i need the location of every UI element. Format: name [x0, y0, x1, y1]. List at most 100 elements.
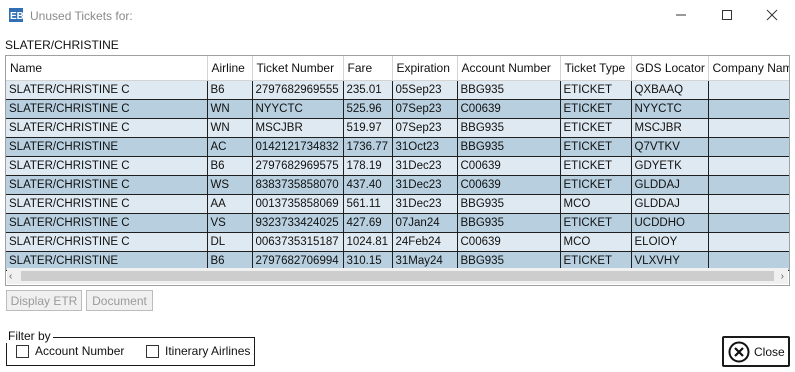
cell-ticket-number[interactable]: 8383735858070 [252, 175, 344, 195]
scroll-left-icon[interactable]: ‹ [9, 271, 12, 282]
cell-account-number[interactable]: C00639 [457, 156, 561, 176]
cell-gds-locator[interactable]: ELOIOY [631, 232, 709, 252]
cell-company-name[interactable] [708, 99, 789, 119]
cell-ticket-number[interactable]: 0063735315187 [252, 232, 344, 252]
cell-name[interactable]: SLATER/CHRISTINE [6, 137, 208, 157]
cell-airline[interactable]: VS [207, 213, 253, 233]
maximize-button[interactable] [704, 0, 750, 30]
cell-fare[interactable]: 519.97 [343, 118, 393, 138]
cell-account-number[interactable]: BBG935 [457, 137, 561, 157]
cell-ticket-type[interactable]: ETICKET [560, 99, 632, 119]
cell-gds-locator[interactable]: GDYETK [631, 156, 709, 176]
table-row[interactable]: SLATER/CHRISTINE C WS 8383735858070 437.40 3… [6, 175, 789, 195]
cell-name[interactable]: SLATER/CHRISTINE C [6, 118, 208, 138]
cell-expiration[interactable]: 07Sep23 [392, 118, 458, 138]
column-header-fare[interactable]: Fare [343, 56, 393, 81]
cell-name[interactable]: SLATER/CHRISTINE C [6, 99, 208, 119]
table-row[interactable]: SLATER/CHRISTINE C VS 9323733424025 427.69 0… [6, 213, 789, 233]
cell-airline[interactable]: WN [207, 99, 253, 119]
cell-airline[interactable]: AA [207, 194, 253, 214]
table-row[interactable]: SLATER/CHRISTINE C B6 2797682969555 235.01 0… [6, 80, 789, 100]
cell-ticket-number[interactable]: 9323733424025 [252, 213, 344, 233]
cell-gds-locator[interactable]: GLDDAJ [631, 175, 709, 195]
cell-gds-locator[interactable]: MSCJBR [631, 118, 709, 138]
table-row[interactable]: SLATER/CHRISTINE AC 0142121734832 1736.77 31… [6, 137, 789, 157]
cell-account-number[interactable]: BBG935 [457, 194, 561, 214]
cell-account-number[interactable]: BBG935 [457, 118, 561, 138]
column-header-company-name[interactable]: Company Nam [708, 56, 789, 81]
cell-fare[interactable]: 1024.81 [343, 232, 393, 252]
column-header-ticket-type[interactable]: Ticket Type [560, 56, 632, 81]
cell-airline[interactable]: B6 [207, 156, 253, 176]
cell-ticket-type[interactable]: ETICKET [560, 213, 632, 233]
cell-name[interactable]: SLATER/CHRISTINE C [6, 232, 208, 252]
cell-account-number[interactable]: C00639 [457, 232, 561, 252]
cell-ticket-type[interactable]: ETICKET [560, 156, 632, 176]
cell-airline[interactable]: B6 [207, 80, 253, 100]
cell-expiration[interactable]: 05Sep23 [392, 80, 458, 100]
cell-company-name[interactable] [708, 175, 789, 195]
cell-gds-locator[interactable]: Q7VTKV [631, 137, 709, 157]
table-row[interactable]: SLATER/CHRISTINE C B6 2797682969575 178.19 3… [6, 156, 789, 176]
cell-ticket-type[interactable]: ETICKET [560, 80, 632, 100]
cell-expiration[interactable]: 07Jan24 [392, 213, 458, 233]
cell-expiration[interactable]: 31Dec23 [392, 194, 458, 214]
cell-fare[interactable]: 427.69 [343, 213, 393, 233]
scrollbar-thumb[interactable] [21, 271, 774, 281]
cell-company-name[interactable] [708, 118, 789, 138]
cell-company-name[interactable] [708, 80, 789, 100]
cell-ticket-type[interactable]: ETICKET [560, 118, 632, 138]
table-row[interactable]: SLATER/CHRISTINE C WN NYYCTC 525.96 07Sep23 C… [6, 99, 789, 119]
checkbox-box[interactable] [146, 344, 159, 358]
cell-company-name[interactable] [708, 232, 789, 252]
cell-ticket-type[interactable]: MCO [560, 194, 632, 214]
cell-account-number[interactable]: C00639 [457, 99, 561, 119]
cell-expiration[interactable]: 31Dec23 [392, 175, 458, 195]
cell-ticket-type[interactable]: ETICKET [560, 175, 632, 195]
cell-name[interactable]: SLATER/CHRISTINE C [6, 194, 208, 214]
cell-name[interactable]: SLATER/CHRISTINE C [6, 156, 208, 176]
cell-ticket-number[interactable]: NYYCTC [252, 99, 344, 119]
cell-ticket-number[interactable]: MSCJBR [252, 118, 344, 138]
column-header-account-number[interactable]: Account Number [457, 56, 561, 81]
table-row[interactable]: SLATER/CHRISTINE C DL 0063735315187 1024.81… [6, 232, 789, 252]
cell-fare[interactable]: 561.11 [343, 194, 393, 214]
column-header-airline[interactable]: Airline [207, 56, 253, 81]
table-row[interactable]: SLATER/CHRISTINE C AA 0013735858069 561.11 3… [6, 194, 789, 214]
cell-company-name[interactable] [708, 213, 789, 233]
cell-company-name[interactable] [708, 156, 789, 176]
cell-account-number[interactable]: C00639 [457, 175, 561, 195]
cell-gds-locator[interactable]: UCDDHO [631, 213, 709, 233]
cell-expiration[interactable]: 24Feb24 [392, 232, 458, 252]
scroll-right-icon[interactable]: › [781, 271, 784, 282]
cell-company-name[interactable] [708, 194, 789, 214]
cell-gds-locator[interactable]: NYYCTC [631, 99, 709, 119]
column-header-name[interactable]: Name [6, 56, 208, 81]
column-header-expiration[interactable]: Expiration [392, 56, 458, 81]
cell-name[interactable]: SLATER/CHRISTINE C [6, 213, 208, 233]
unused-tickets-grid[interactable]: Name Airline Ticket Number Fare Expirati… [5, 55, 790, 286]
document-button[interactable]: Document [86, 290, 153, 311]
table-row[interactable]: SLATER/CHRISTINE C WN MSCJBR 519.97 07Sep23 B… [6, 118, 789, 138]
cell-company-name[interactable] [708, 137, 789, 157]
cell-airline[interactable]: WS [207, 175, 253, 195]
cell-fare[interactable]: 1736.77 [343, 137, 393, 157]
cell-airline[interactable]: DL [207, 232, 253, 252]
checkbox-box[interactable] [16, 344, 29, 358]
cell-fare[interactable]: 235.01 [343, 80, 393, 100]
cell-name[interactable]: SLATER/CHRISTINE C [6, 80, 208, 100]
cell-name[interactable]: SLATER/CHRISTINE C [6, 175, 208, 195]
close-button[interactable]: Close [722, 336, 790, 367]
cell-ticket-number[interactable]: 0013735858069 [252, 194, 344, 214]
cell-airline[interactable]: WN [207, 118, 253, 138]
cell-ticket-type[interactable]: MCO [560, 232, 632, 252]
account-number-checkbox[interactable]: Account Number [16, 344, 124, 358]
cell-expiration[interactable]: 07Sep23 [392, 99, 458, 119]
cell-airline[interactable]: AC [207, 137, 253, 157]
cell-ticket-number[interactable]: 2797682969555 [252, 80, 344, 100]
cell-expiration[interactable]: 31Dec23 [392, 156, 458, 176]
cell-account-number[interactable]: BBG935 [457, 213, 561, 233]
cell-fare[interactable]: 178.19 [343, 156, 393, 176]
cell-fare[interactable]: 437.40 [343, 175, 393, 195]
cell-gds-locator[interactable]: QXBAAQ [631, 80, 709, 100]
